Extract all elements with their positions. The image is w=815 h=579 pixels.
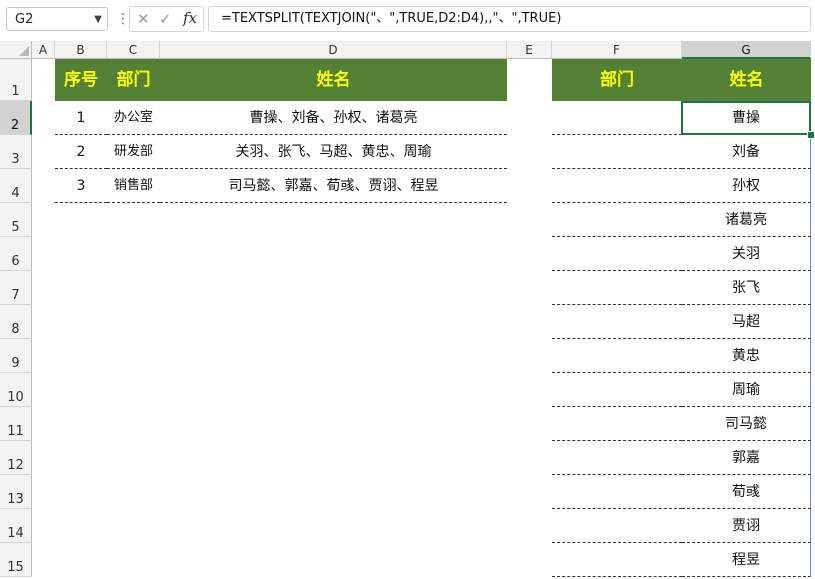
row-number: 4 [11,186,20,201]
cell-g-name[interactable]: 周瑜 [682,373,811,407]
cell-f-empty[interactable] [552,407,682,441]
cell-f-empty[interactable] [552,203,682,237]
cell-names[interactable]: 曹操、刘备、孙权、诸葛亮 [160,101,507,135]
row-number: 8 [11,322,20,337]
cell-g-name[interactable]: 马超 [682,305,811,339]
cell-f-empty[interactable] [552,441,682,475]
name-box[interactable]: G2 ▼ [6,7,108,31]
row-header-14[interactable]: 14 [0,509,32,543]
cell-dept[interactable]: 研发部 [107,135,160,169]
name-box-value: G2 [15,12,34,27]
cell-f-empty[interactable] [552,135,682,169]
cell-f-empty[interactable] [552,373,682,407]
row-number: 6 [11,254,20,269]
column-header-d[interactable]: D [160,41,507,59]
row-header-15[interactable]: 15 [0,543,32,577]
row-header-7[interactable]: 7 [0,271,32,305]
cell-dept[interactable]: 销售部 [107,169,160,203]
cell-g-name[interactable]: 贾诩 [682,509,811,543]
cell-g-name[interactable]: 司马懿 [682,407,811,441]
header-seq[interactable]: 序号 [55,59,107,101]
column-header-a[interactable]: A [32,41,55,59]
cell-g-name[interactable]: 诸葛亮 [682,203,811,237]
cell-f-empty[interactable] [552,101,682,135]
cell-f-empty[interactable] [552,475,682,509]
row-number: 15 [7,560,24,575]
cell-dept[interactable]: 办公室 [107,101,160,135]
row-number: 11 [7,424,24,439]
row-header-3[interactable]: 3 [0,135,32,169]
cell-f-empty[interactable] [552,305,682,339]
cell-f-empty[interactable] [552,271,682,305]
cell-g-name[interactable]: 程昱 [682,543,811,577]
cell-seq[interactable]: 2 [55,135,107,169]
row-header-8[interactable]: 8 [0,305,32,339]
row-number: 13 [7,492,24,507]
column-header-c[interactable]: C [107,41,160,59]
row-header-11[interactable]: 11 [0,407,32,441]
header-right-dept[interactable]: 部门 [552,59,682,101]
cell-g-name[interactable]: 黄忠 [682,339,811,373]
cell-names[interactable]: 关羽、张飞、马超、黄忠、周瑜 [160,135,507,169]
row-header-13[interactable]: 13 [0,475,32,509]
row-header-4[interactable]: 4 [0,169,32,203]
row-number: 7 [11,288,20,303]
fill-handle[interactable] [807,131,815,139]
row-header-1[interactable]: 1 [0,59,32,101]
chevron-down-icon[interactable]: ▼ [94,8,102,32]
cell-g-name[interactable]: 孙权 [682,169,811,203]
formula-buttons: ✕ ✓ fx [129,6,204,32]
cell-seq[interactable]: 3 [55,169,107,203]
cell-g-name[interactable]: 张飞 [682,271,811,305]
confirm-icon[interactable]: ✓ [159,10,172,28]
row-number: 5 [11,220,20,235]
cell-f-empty[interactable] [552,339,682,373]
row-header-5[interactable]: 5 [0,203,32,237]
row-header-10[interactable]: 10 [0,373,32,407]
cell-g-name[interactable]: 荀彧 [682,475,811,509]
cell-f-empty[interactable] [552,543,682,577]
column-header-f[interactable]: F [552,41,682,59]
row-header-6[interactable]: 6 [0,237,32,271]
header-dept[interactable]: 部门 [107,59,160,101]
select-all-icon [19,46,29,56]
select-all-corner[interactable] [0,41,32,59]
insert-function-icon[interactable]: fx [183,9,197,27]
row-number: 3 [11,152,20,167]
cell-f-empty[interactable] [552,169,682,203]
row-number: 14 [7,526,24,541]
formula-text: =TEXTSPLIT(TEXTJOIN("、",TRUE,D2:D4),,"、"… [221,11,562,26]
row-number: 9 [11,356,20,371]
cell-names[interactable]: 司马懿、郭嘉、荀彧、贾诩、程昱 [160,169,507,203]
row-header-9[interactable]: 9 [0,339,32,373]
cell-g-name[interactable]: 郭嘉 [682,441,811,475]
formula-bar: G2 ▼ ⋮ ✕ ✓ fx =TEXTSPLIT(TEXTJOIN("、",TR… [0,0,815,38]
cell-f-empty[interactable] [552,509,682,543]
cell-seq[interactable]: 1 [55,101,107,135]
row-number: 10 [7,390,24,405]
cell-g-name[interactable]: 刘备 [682,135,811,169]
column-header-e[interactable]: E [507,41,552,59]
header-right-name[interactable]: 姓名 [682,59,811,101]
cell-g-name[interactable]: 关羽 [682,237,811,271]
formula-input[interactable]: =TEXTSPLIT(TEXTJOIN("、",TRUE,D2:D4),,"、"… [208,6,811,32]
header-names[interactable]: 姓名 [160,59,507,101]
row-number: 1 [11,84,20,99]
column-header-g[interactable]: G [682,41,811,59]
cell-g-name[interactable]: 曹操 [682,101,811,135]
cancel-icon[interactable]: ✕ [137,10,150,28]
row-header-12[interactable]: 12 [0,441,32,475]
row-number: 2 [10,118,20,133]
more-options-icon[interactable]: ⋮ [116,8,130,30]
row-header-2[interactable]: 2 [0,101,32,135]
row-number: 12 [7,458,24,473]
cell-f-empty[interactable] [552,237,682,271]
column-header-b[interactable]: B [55,41,107,59]
